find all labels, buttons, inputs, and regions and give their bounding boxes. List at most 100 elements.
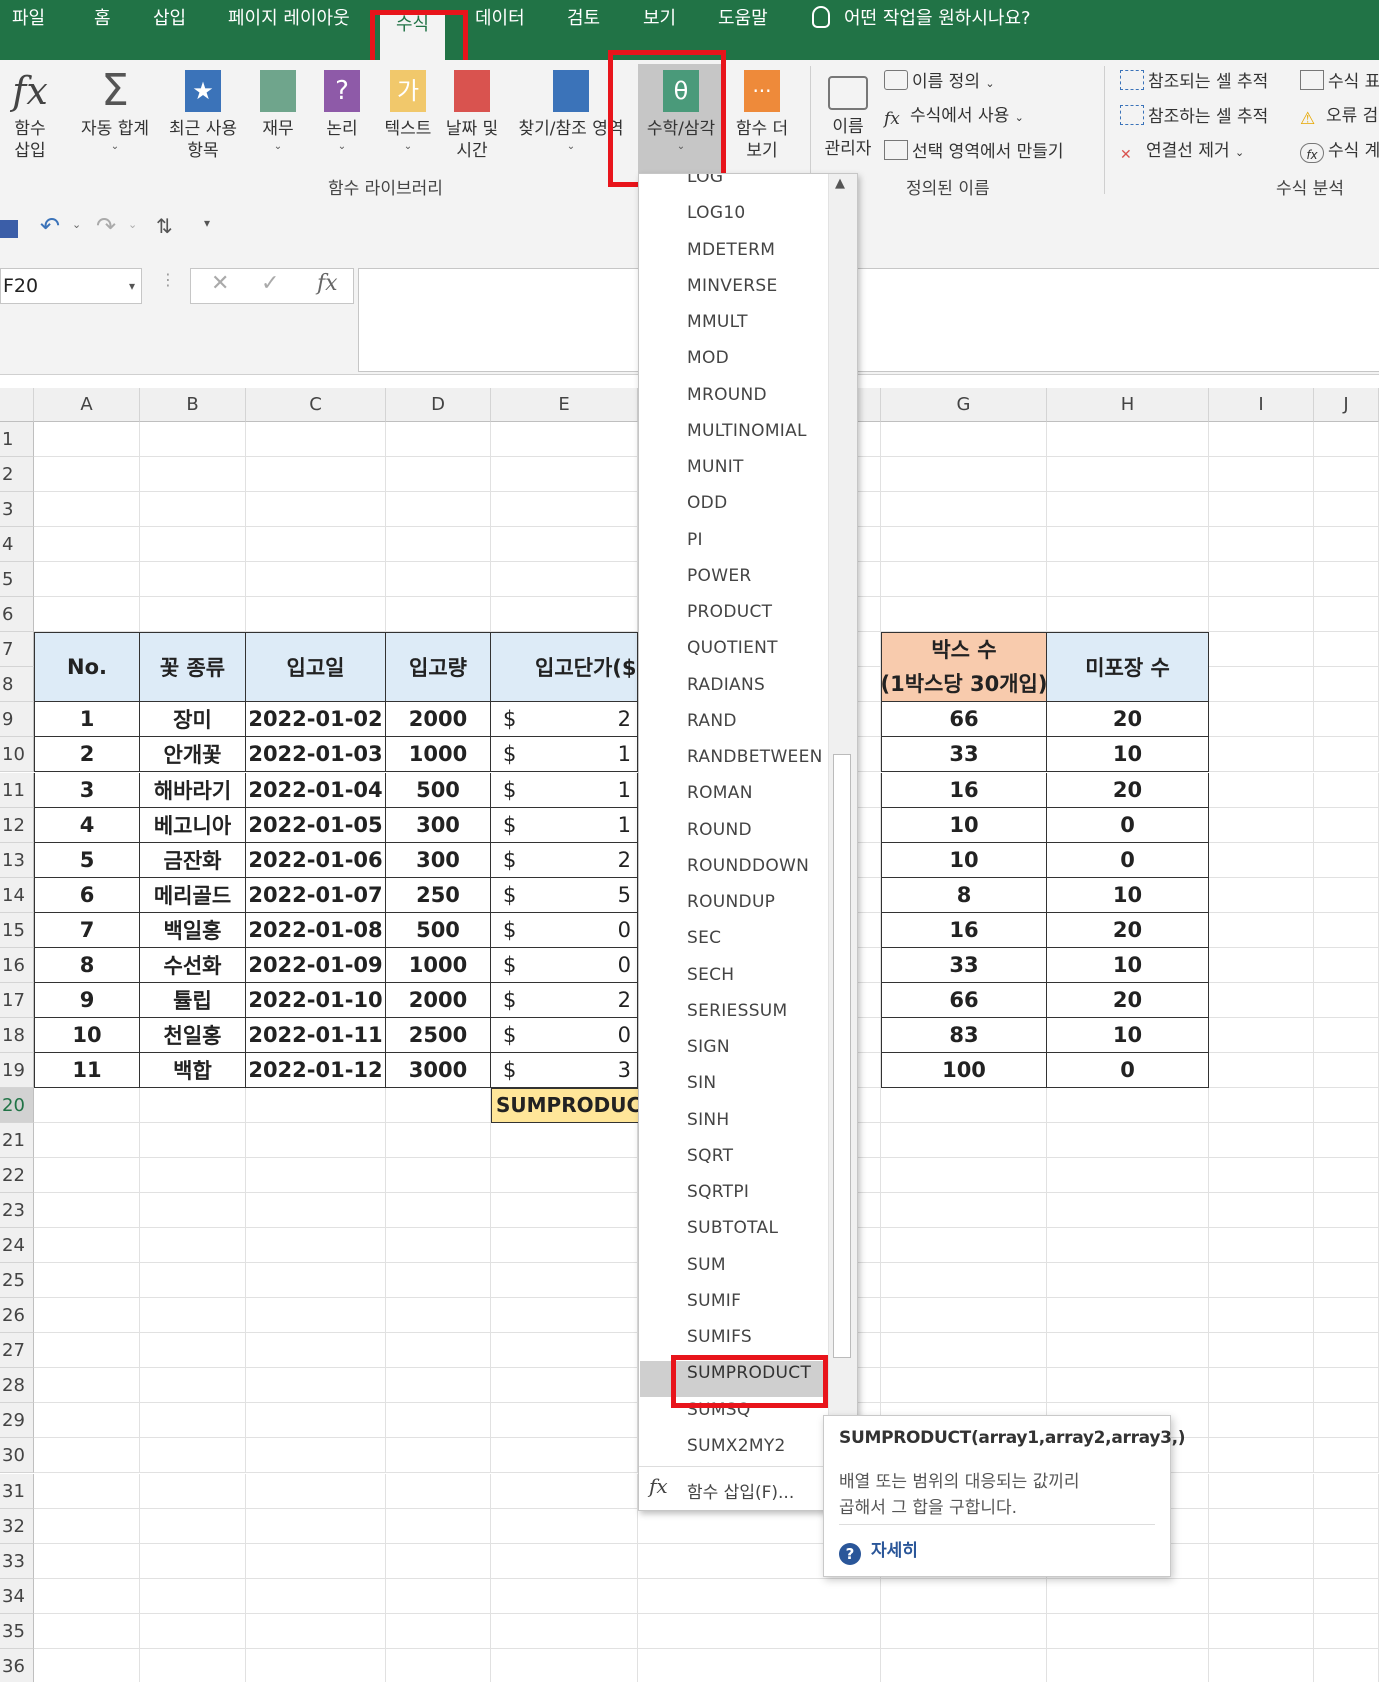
header-quantity[interactable]: 입고량	[386, 632, 491, 703]
function-item-rand[interactable]: RAND	[687, 711, 737, 731]
grid-cell[interactable]	[491, 1473, 638, 1509]
text-button[interactable]: 가 텍스트 ⌄	[378, 70, 438, 154]
cell-box-count[interactable]: 33	[881, 947, 1047, 983]
grid-cell[interactable]	[1047, 562, 1209, 598]
show-formulas-button[interactable]: 수식 표	[1300, 70, 1379, 93]
grid-cell[interactable]	[1209, 807, 1314, 843]
grid-cell[interactable]	[34, 597, 140, 633]
grid-cell[interactable]	[1314, 457, 1379, 493]
cell-box-count[interactable]: 10	[881, 807, 1047, 843]
row-header[interactable]: 11	[0, 772, 34, 808]
cell-flower-type[interactable]: 메리골드	[140, 877, 246, 913]
grid-cell[interactable]	[246, 457, 386, 493]
grid-cell[interactable]	[491, 1263, 638, 1299]
grid-cell[interactable]	[386, 1543, 491, 1579]
function-item-roman[interactable]: ROMAN	[687, 783, 753, 803]
grid-cell[interactable]	[1209, 982, 1314, 1018]
cell-unpacked-count[interactable]: 10	[1047, 737, 1209, 773]
grid-cell[interactable]	[491, 1193, 638, 1229]
cell-unit-price[interactable]: $0	[491, 1017, 638, 1053]
row-header[interactable]: 24	[0, 1228, 34, 1264]
cell-date[interactable]: 2022-01-05	[246, 807, 386, 843]
grid-cell[interactable]	[386, 492, 491, 528]
cell-unit-price[interactable]: $1	[491, 737, 638, 773]
grid-cell[interactable]	[1047, 597, 1209, 633]
tab-view[interactable]: 보기	[643, 0, 676, 60]
grid-cell[interactable]	[1209, 457, 1314, 493]
grid-cell[interactable]	[881, 1648, 1047, 1682]
grid-cell[interactable]	[1209, 667, 1314, 703]
grid-cell[interactable]	[1209, 1543, 1314, 1579]
grid-cell[interactable]	[1314, 842, 1379, 878]
grid-cell[interactable]	[1314, 1087, 1379, 1123]
grid-cell[interactable]	[1209, 492, 1314, 528]
grid-cell[interactable]	[140, 1123, 246, 1159]
grid-cell[interactable]	[34, 1648, 140, 1682]
grid-cell[interactable]	[386, 1228, 491, 1264]
grid-cell[interactable]	[1047, 1193, 1209, 1229]
cell-flower-type[interactable]: 베고니아	[140, 807, 246, 843]
cell-quantity[interactable]: 250	[386, 877, 491, 913]
cell-flower-type[interactable]: 천일홍	[140, 1017, 246, 1053]
scroll-thumb[interactable]	[833, 754, 851, 1358]
cell-unpacked-count[interactable]: 20	[1047, 982, 1209, 1018]
row-header[interactable]: 34	[0, 1578, 34, 1614]
column-header-c[interactable]: C	[246, 388, 386, 422]
function-item-quotient[interactable]: QUOTIENT	[687, 638, 778, 658]
grid-cell[interactable]	[1209, 702, 1314, 738]
row-header[interactable]: 16	[0, 947, 34, 983]
cell-box-count[interactable]: 10	[881, 842, 1047, 878]
grid-cell[interactable]	[1209, 562, 1314, 598]
grid-cell[interactable]	[1047, 1648, 1209, 1682]
cell-flower-type[interactable]: 백합	[140, 1052, 246, 1088]
grid-cell[interactable]	[1047, 1087, 1209, 1123]
header-unpacked-count[interactable]: 미포장 수	[1047, 632, 1209, 703]
grid-cell[interactable]	[491, 597, 638, 633]
grid-cell[interactable]	[1209, 597, 1314, 633]
grid-cell[interactable]	[246, 1158, 386, 1194]
grid-cell[interactable]	[881, 1368, 1047, 1404]
grid-cell[interactable]	[246, 1333, 386, 1369]
cell-quantity[interactable]: 3000	[386, 1052, 491, 1088]
chevron-down-icon[interactable]: ▾	[129, 269, 135, 303]
grid-cell[interactable]	[1209, 1123, 1314, 1159]
function-item-sign[interactable]: SIGN	[687, 1037, 730, 1057]
row-header[interactable]: 22	[0, 1158, 34, 1194]
grid-cell[interactable]	[881, 1123, 1047, 1159]
function-item-subtotal[interactable]: SUBTOTAL	[687, 1218, 778, 1238]
grid-cell[interactable]	[1209, 1578, 1314, 1614]
grid-cell[interactable]	[34, 562, 140, 598]
grid-cell[interactable]	[881, 1333, 1047, 1369]
grid-cell[interactable]	[491, 1613, 638, 1649]
grid-cell[interactable]	[386, 1613, 491, 1649]
function-item-odd[interactable]: ODD	[687, 493, 727, 513]
grid-cell[interactable]	[1314, 422, 1379, 458]
grid-cell[interactable]	[34, 1578, 140, 1614]
tell-me-box[interactable]: 어떤 작업을 원하시나요?	[812, 0, 1031, 60]
grid-cell[interactable]	[881, 457, 1047, 493]
grid-cell[interactable]	[246, 527, 386, 563]
tab-data[interactable]: 데이터	[475, 0, 525, 60]
grid-cell[interactable]	[34, 1193, 140, 1229]
recent-functions-button[interactable]: ★ 최근 사용 항목	[160, 70, 246, 162]
row-header[interactable]: 27	[0, 1333, 34, 1369]
function-item-sumsq[interactable]: SUMSQ	[687, 1400, 751, 1420]
grid-cell[interactable]	[491, 1578, 638, 1614]
grid-cell[interactable]	[1314, 1193, 1379, 1229]
column-header-b[interactable]: B	[140, 388, 246, 422]
chevron-down-icon[interactable]: ⌄	[72, 218, 81, 231]
grid-cell[interactable]	[1209, 1087, 1314, 1123]
grid-cell[interactable]	[881, 1578, 1047, 1614]
grid-cell[interactable]	[34, 492, 140, 528]
undo-icon[interactable]: ↶	[40, 212, 60, 240]
function-item-rounddown[interactable]: ROUNDDOWN	[687, 856, 809, 876]
function-item-round[interactable]: ROUND	[687, 820, 752, 840]
cell-unpacked-count[interactable]: 10	[1047, 1017, 1209, 1053]
cell-unit-price[interactable]: $3	[491, 1052, 638, 1088]
cell-flower-type[interactable]: 장미	[140, 702, 246, 738]
grid-cell[interactable]	[246, 422, 386, 458]
cell-quantity[interactable]: 300	[386, 807, 491, 843]
function-item-sinh[interactable]: SINH	[687, 1110, 730, 1130]
grid-cell[interactable]	[1314, 1333, 1379, 1369]
header-no[interactable]: No.	[34, 632, 140, 703]
